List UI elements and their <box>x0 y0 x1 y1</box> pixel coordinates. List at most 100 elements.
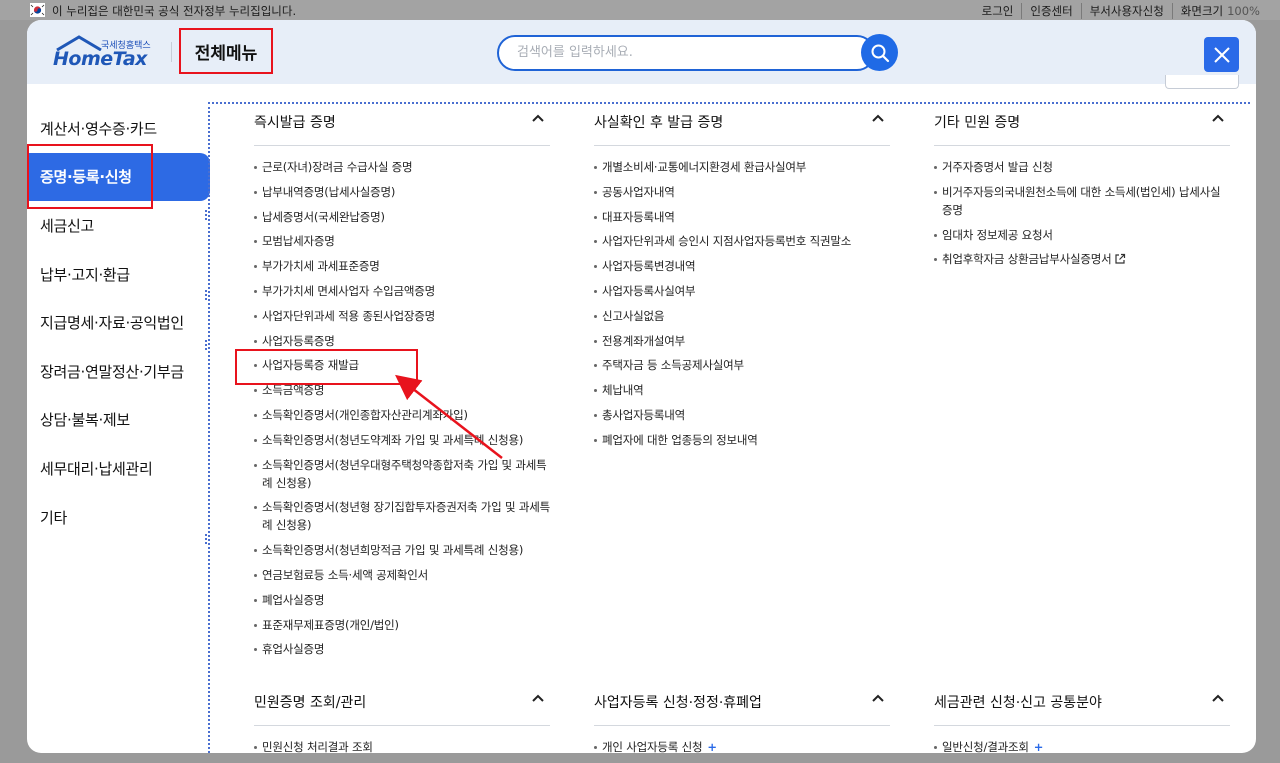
menu-item-registration-fact[interactable]: 사업자등록사실여부 <box>594 282 890 300</box>
section-other-certificates: 기타 민원 증명 거주자증명서 발급 신청 비거주자등의국내원천소득에 대한 소… <box>934 106 1230 275</box>
login-link[interactable]: 로그인 <box>974 3 1022 19</box>
menu-item-student-loan-cert[interactable]: 취업후학자금 상환금납부사실증명서 <box>934 250 1230 268</box>
menu-item-subsidiary-business-cert[interactable]: 사업자단위과세 적용 종된사업장증명 <box>254 307 550 325</box>
nav-item-certificate-registration[interactable]: 증명·등록·신청 <box>27 152 210 202</box>
menu-item-closure-cert[interactable]: 폐업사실증명 <box>254 591 550 609</box>
menu-item-dedicated-account[interactable]: 전용계좌개설여부 <box>594 332 890 350</box>
header-divider <box>171 42 172 62</box>
menu-content-panel: 즉시발급 증명 근로(자녀)장려금 수급사실 증명 납부내역증명(납세사실증명)… <box>208 102 1250 753</box>
section-header[interactable]: 즉시발급 증명 <box>254 106 550 146</box>
section-title: 즉시발급 증명 <box>254 115 336 131</box>
menu-item-pension-deduction-cert[interactable]: 연금보험료등 소득·세액 공제확인서 <box>254 566 550 584</box>
zoom-level: 100% <box>1227 4 1260 18</box>
menu-item-income-confirm-youth-hope[interactable]: 소득확인증명서(청년희망적금 가입 및 과세특례 신청용) <box>254 541 550 559</box>
nav-item-etc[interactable]: 기타 <box>27 493 210 542</box>
screen-size-control[interactable]: 화면크기 100% <box>1171 3 1268 19</box>
menu-item-business-registration-cert[interactable]: 사업자등록증명 <box>254 332 550 350</box>
section-title: 사업자등록 신청·정정·휴폐업 <box>594 695 762 711</box>
menu-item-no-filing[interactable]: 신고사실없음 <box>594 307 890 325</box>
menu-item-civil-result-inquiry[interactable]: 민원신청 처리결과 조회 <box>254 738 550 753</box>
menu-item-label: 개인 사업자등록 신청 <box>602 740 703 753</box>
nav-item-payment-statement[interactable]: 지급명세·자료·공익법인 <box>27 298 210 347</box>
search-box <box>497 35 875 71</box>
section-title: 민원증명 조회/관리 <box>254 695 367 711</box>
korea-flag-icon <box>30 3 45 17</box>
chevron-up-icon[interactable] <box>1212 694 1224 702</box>
external-link-icon <box>1114 254 1125 264</box>
menu-item-income-confirm-isa[interactable]: 소득확인증명서(개인종합자산관리계좌가입) <box>254 406 550 424</box>
menu-item-suspension-cert[interactable]: 휴업사실증명 <box>254 640 550 658</box>
menu-item-closed-business-info[interactable]: 폐업자에 대한 업종등의 정보내역 <box>594 431 890 449</box>
nav-dotted-marker <box>205 210 207 220</box>
chevron-up-icon[interactable] <box>1212 114 1224 122</box>
menu-item-income-amount-cert[interactable]: 소득금액증명 <box>254 381 550 399</box>
plus-icon[interactable]: + <box>707 740 717 753</box>
menu-item-nonresident-tax-cert[interactable]: 비거주자등의국내원천소득에 대한 소득세(법인세) 납세사실증명 <box>934 183 1230 219</box>
chevron-up-icon[interactable] <box>872 694 884 702</box>
section-header[interactable]: 기타 민원 증명 <box>934 106 1230 146</box>
section-header[interactable]: 사업자등록 신청·정정·휴폐업 <box>594 686 890 726</box>
menu-item-labor-incentive-cert[interactable]: 근로(자녀)장려금 수급사실 증명 <box>254 158 550 176</box>
menu-item-joint-business[interactable]: 공동사업자내역 <box>594 183 890 201</box>
menu-item-label: 취업후학자금 상환금납부사실증명서 <box>942 252 1112 267</box>
menu-item-vat-tax-base-cert[interactable]: 부가가치세 과세표준증명 <box>254 257 550 275</box>
section-item-list: 거주자증명서 발급 신청 비거주자등의국내원천소득에 대한 소득세(법인세) 납… <box>934 158 1230 268</box>
section-header[interactable]: 사실확인 후 발급 증명 <box>594 106 890 146</box>
chevron-up-icon[interactable] <box>872 114 884 122</box>
section-header[interactable]: 세금관련 신청·신고 공통분야 <box>934 686 1230 726</box>
search-button[interactable] <box>861 34 898 71</box>
menu-item-representative-registration[interactable]: 대표자등록내역 <box>594 208 890 226</box>
section-item-list: 개별소비세·교통에너지환경세 환급사실여부 공동사업자내역 대표자등록내역 사업… <box>594 158 890 449</box>
menu-item-income-confirm-youth-fund[interactable]: 소득확인증명서(청년형 장기집합투자증권저축 가입 및 과세특례 신청용) <box>254 498 550 534</box>
nav-item-payment-notice-refund[interactable]: 납부·고지·환급 <box>27 250 210 299</box>
nav-item-incentive-yearend[interactable]: 장려금·연말정산·기부금 <box>27 347 210 396</box>
menu-item-vat-exempt-income-cert[interactable]: 부가가치세 면세사업자 수입금액증명 <box>254 282 550 300</box>
menu-item-financial-statement-cert[interactable]: 표준재무제표증명(개인/법인) <box>254 616 550 634</box>
search-icon <box>871 44 889 62</box>
gov-banner-text: 이 누리집은 대한민국 공식 전자정부 누리집입니다. <box>52 4 297 18</box>
chevron-up-icon[interactable] <box>532 114 544 122</box>
section-title: 사실확인 후 발급 증명 <box>594 115 724 131</box>
menu-item-total-registration[interactable]: 총사업자등록내역 <box>594 406 890 424</box>
section-header[interactable]: 민원증명 조회/관리 <box>254 686 550 726</box>
nav-item-consult-appeal[interactable]: 상담·불복·제보 <box>27 396 210 445</box>
nav-dotted-marker <box>205 340 207 350</box>
menu-item-tax-payment-cert[interactable]: 납세증명서(국세완납증명) <box>254 208 550 226</box>
menu-item-label: 일반신청/결과조회 <box>942 740 1029 753</box>
nav-dotted-marker <box>205 534 207 544</box>
dept-user-apply-link[interactable]: 부서사용자신청 <box>1080 3 1172 19</box>
menu-item-income-confirm-youth-housing[interactable]: 소득확인증명서(청년우대형주택청약종합저축 가입 및 과세특례 신청용) <box>254 456 550 492</box>
menu-item-excise-refund[interactable]: 개별소비세·교통에너지환경세 환급사실여부 <box>594 158 890 176</box>
close-button[interactable] <box>1204 37 1239 72</box>
menu-item-arrears[interactable]: 체납내역 <box>594 381 890 399</box>
modal-header: 국세청홈택스 HomeTax 전체메뉴 <box>27 20 1256 84</box>
nav-item-tax-filing[interactable]: 세금신고 <box>27 201 210 250</box>
menu-item-housing-deduction[interactable]: 주택자금 등 소득공제사실여부 <box>594 356 890 374</box>
menu-item-business-registration-reissue[interactable]: 사업자등록증 재발급 <box>254 356 550 374</box>
menu-item-branch-number-cancel[interactable]: 사업자단위과세 승인시 지점사업자등록번호 직권말소 <box>594 232 890 250</box>
menu-item-registration-change[interactable]: 사업자등록변경내역 <box>594 257 890 275</box>
hometax-logo[interactable]: 국세청홈택스 HomeTax <box>53 35 153 71</box>
menu-item-income-confirm-youth-leap[interactable]: 소득확인증명서(청년도약계좌 가입 및 과세특례 신청용) <box>254 431 550 449</box>
nav-item-tax-agent[interactable]: 세무대리·납세관리 <box>27 444 210 493</box>
menu-item-model-taxpayer-cert[interactable]: 모범납세자증명 <box>254 232 550 250</box>
close-icon <box>1213 46 1230 63</box>
menu-item-individual-registration[interactable]: 개인 사업자등록 신청 + <box>594 738 890 753</box>
left-category-nav: 계산서·영수증·카드 증명·등록·신청 세금신고 납부·고지·환급 지급명세·자… <box>27 104 210 541</box>
nav-dotted-marker <box>205 290 207 300</box>
header-peek-button <box>1165 75 1239 89</box>
search-input[interactable] <box>517 45 847 60</box>
all-menu-modal: 국세청홈택스 HomeTax 전체메뉴 계산서·영수증·카드 증명·등록·신청 … <box>27 20 1256 753</box>
menu-item-residence-cert[interactable]: 거주자증명서 발급 신청 <box>934 158 1230 176</box>
menu-item-general-application[interactable]: 일반신청/결과조회 + <box>934 738 1230 753</box>
nav-item-invoice-receipt-card[interactable]: 계산서·영수증·카드 <box>27 104 210 153</box>
page-title: 전체메뉴 <box>179 28 273 74</box>
section-item-list: 개인 사업자등록 신청 + <box>594 738 890 753</box>
menu-item-lease-info-request[interactable]: 임대차 정보제공 요청서 <box>934 226 1230 244</box>
section-common-tax-apply: 세금관련 신청·신고 공통분야 일반신청/결과조회 + <box>934 686 1230 753</box>
plus-icon[interactable]: + <box>1034 740 1044 753</box>
section-business-registration: 사업자등록 신청·정정·휴폐업 개인 사업자등록 신청 + <box>594 686 890 753</box>
cert-center-link[interactable]: 인증센터 <box>1021 3 1080 19</box>
chevron-up-icon[interactable] <box>532 694 544 702</box>
menu-item-payment-history-cert[interactable]: 납부내역증명(납세사실증명) <box>254 183 550 201</box>
